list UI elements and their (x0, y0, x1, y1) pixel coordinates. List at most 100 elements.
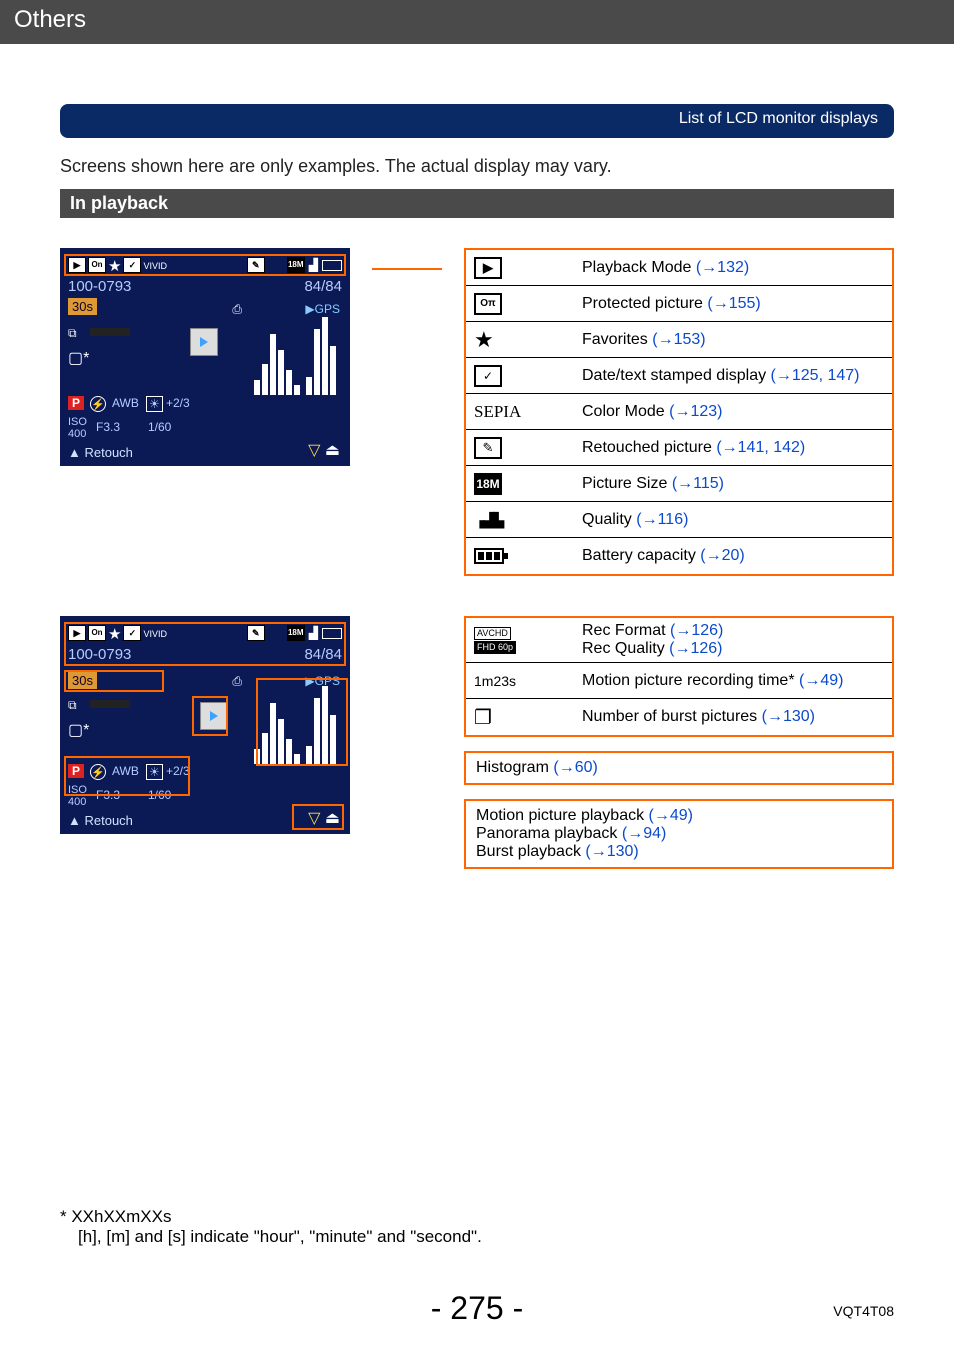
highlight-box (292, 804, 344, 830)
footnote-line-2: [h], [m] and [s] indicate "hour", "minut… (60, 1227, 482, 1247)
row-label: Rec Format (582, 622, 670, 639)
page-ref-link[interactable]: (→153) (652, 331, 705, 348)
rec-mode-p: P (68, 396, 84, 410)
play-mode-icon: ▶ (474, 257, 502, 279)
retouched-icon (474, 437, 502, 459)
aperture-value: F3.3 (96, 420, 120, 434)
text-stamp-icon (474, 365, 502, 387)
page-ref-link[interactable]: (→94) (622, 825, 666, 842)
table-row: ▶ Playback Mode (→132) (466, 250, 892, 286)
picture-count: 84/84 (304, 278, 342, 295)
shutter-value: 1/60 (148, 420, 171, 434)
lcd-screenshot-2: ▶ On ★ ✓ VIVID ✎ 18M ▟ 100-0793 84/84 30… (60, 616, 350, 834)
protected-icon: Oπ (474, 293, 502, 315)
burst-icon: ❐ (474, 705, 492, 730)
highlight-box (256, 678, 348, 766)
battery-small-icon (322, 260, 342, 271)
table-row: AVCHD FHD 60p Rec Format (→126) Rec Qual… (466, 618, 892, 663)
row-label: Picture Size (582, 475, 672, 492)
retouch-small-icon: ✎ (247, 257, 265, 273)
table-row: Date/text stamped display (→125, 147) (466, 358, 892, 394)
battery-icon (474, 548, 504, 564)
row-label: Protected picture (582, 295, 707, 312)
table-row: Battery capacity (→20) (466, 538, 892, 574)
media-icon-2: ⧉ (68, 698, 77, 713)
highlight-box (64, 622, 346, 666)
page-ref-link[interactable]: (→115) (672, 475, 724, 492)
page-ref-link[interactable]: (→155) (707, 295, 760, 312)
section-header: Others (0, 0, 954, 44)
row-label: Number of burst pictures (582, 708, 762, 725)
page-number: - 275 - (0, 1290, 954, 1327)
row-label: Color Mode (582, 403, 669, 420)
page-ref-link[interactable]: (→130) (762, 708, 815, 725)
histogram-ref-box: Histogram (→60) (464, 751, 894, 785)
page-ref-link[interactable]: (→123) (669, 403, 722, 420)
star-icon: ★ (108, 257, 121, 275)
highlight-box (64, 670, 164, 692)
iso-value: ISO400 (68, 416, 87, 440)
size-18m-icon: 18M (287, 257, 305, 273)
row-label: Motion picture playback (476, 807, 649, 824)
reference-table-1: ▶ Playback Mode (→132) Oπ Protected pict… (464, 248, 894, 576)
thumbnail-play-icon (190, 328, 218, 356)
table-row: SEPIA Color Mode (→123) (466, 394, 892, 430)
bar-indicator-2 (90, 700, 130, 708)
ev-value: +2/3 (166, 396, 190, 410)
top-icons-right: ✎ 18M ▟ (247, 257, 342, 273)
row-label: Burst playback (476, 843, 585, 860)
print-icon-2: ⎙ (232, 674, 242, 689)
awb-label: AWB (112, 396, 139, 410)
page-ref-link[interactable]: (→20) (700, 547, 744, 564)
down-eject-icons: ▽ ⏏ (308, 440, 340, 460)
document-code: VQT4T08 (833, 1303, 894, 1319)
table-row: ❐ Number of burst pictures (→130) (466, 699, 892, 735)
page-ref-link[interactable]: (→60) (553, 759, 597, 776)
row-label: Date/text stamped display (582, 367, 771, 384)
intro-text: Screens shown here are only examples. Th… (60, 156, 894, 177)
topic-bar-text: List of LCD monitor displays (679, 110, 878, 128)
row-label: Rec Quality (582, 640, 669, 657)
retouch-label: ▲ Retouch (68, 445, 133, 460)
page-ref-link[interactable]: (→141, 142) (716, 439, 805, 456)
play-icon: ▶ (68, 257, 86, 273)
page-ref-link[interactable]: (→116) (636, 511, 688, 528)
playback-ref-box: Motion picture playback (→49) Panorama p… (464, 799, 894, 869)
top-icons-left: ▶ On ★ ✓ VIVID (68, 257, 167, 275)
bar-indicator (90, 328, 130, 336)
table-row: Oπ Protected picture (→155) (466, 286, 892, 322)
highlight-box (64, 756, 190, 796)
page-ref-link[interactable]: (→49) (649, 807, 693, 824)
row-label: Histogram (476, 759, 553, 776)
folder-number: 100-0793 (68, 278, 131, 295)
sepia-label: SEPIA (474, 402, 521, 422)
quality-small-icon: ▟ (309, 258, 318, 272)
table-row: ★ Favorites (→153) (466, 322, 892, 358)
vivid-label: VIVID (143, 261, 167, 271)
subsection-title: In playback (60, 189, 894, 218)
row-label: Favorites (582, 331, 652, 348)
flash-icon: ⚡ (90, 396, 106, 412)
calendar-icon-2: ▢* (68, 720, 89, 740)
table-row: Retouched picture (→141, 142) (466, 430, 892, 466)
callout-line-1 (372, 268, 442, 270)
row-label: Quality (582, 511, 636, 528)
playback-area-1: ▶ On ★ ✓ VIVID ✎ 18M ▟ 100-0793 84/84 30… (60, 248, 894, 576)
histogram-graphic (250, 313, 340, 395)
row-label: Battery capacity (582, 547, 700, 564)
page-ref-link[interactable]: (→49) (799, 672, 843, 689)
calendar-icon: ▢* (68, 348, 89, 368)
highlight-box (192, 696, 228, 736)
page-ref-link[interactable]: (→126) (670, 622, 723, 639)
reference-table-2: AVCHD FHD 60p Rec Format (→126) Rec Qual… (464, 616, 894, 737)
page-ref-link[interactable]: (→126) (669, 640, 722, 657)
duration-badge: 30s (68, 298, 97, 315)
topic-bar: List of LCD monitor displays (60, 104, 894, 138)
page-ref-link[interactable]: (→125, 147) (771, 367, 860, 384)
page-ref-link[interactable]: (→132) (696, 259, 749, 276)
footnote: * XXhXXmXXs [h], [m] and [s] indicate "h… (60, 1207, 482, 1247)
avchd-badge: AVCHD (474, 627, 511, 640)
page-ref-link[interactable]: (→130) (585, 843, 638, 860)
favorite-star-icon: ★ (474, 327, 494, 353)
table-row: 1m23s Motion picture recording time* (→4… (466, 663, 892, 699)
